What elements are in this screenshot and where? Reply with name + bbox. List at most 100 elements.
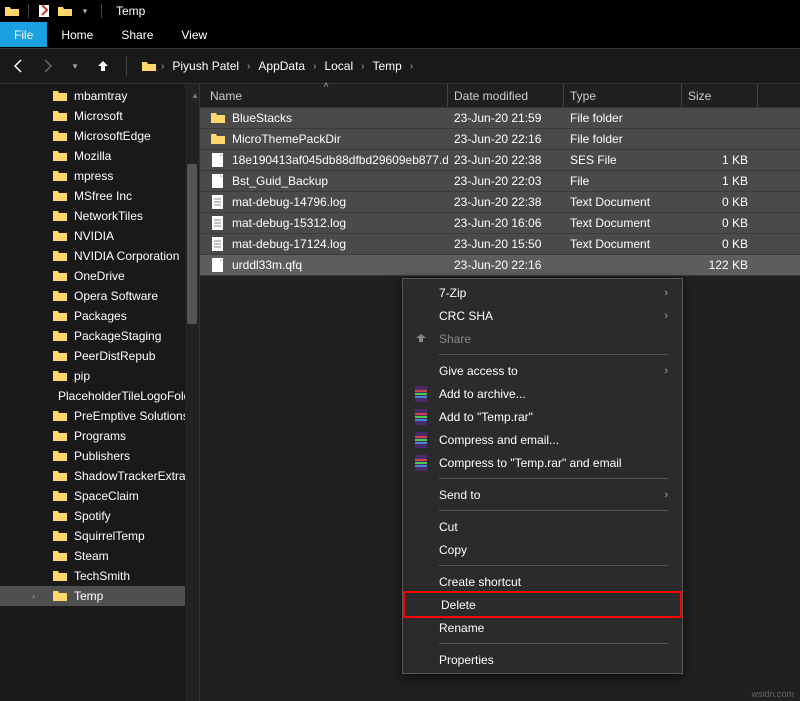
file-row[interactable]: Bst_Guid_Backup23-Jun-20 22:03File1 KB xyxy=(200,171,800,192)
tree-label: Steam xyxy=(74,549,109,563)
file-type: Text Document xyxy=(564,237,682,251)
col-date[interactable]: Date modified xyxy=(448,84,564,107)
chevron-right-icon[interactable]: › xyxy=(247,61,250,72)
chevron-right-icon: › xyxy=(664,489,668,501)
crumb-item[interactable]: Temp xyxy=(368,57,405,75)
breadcrumb[interactable]: › Piyush Patel › AppData › Local › Temp … xyxy=(141,57,790,75)
watermark: wsidn.com xyxy=(751,689,794,699)
col-name[interactable]: ˄Name xyxy=(200,84,448,107)
ctx-create-shortcut[interactable]: Create shortcut xyxy=(403,570,682,593)
tree-label: Packages xyxy=(74,309,127,323)
ctx-properties[interactable]: Properties xyxy=(403,648,682,671)
address-bar: ▾ › Piyush Patel › AppData › Local › Tem… xyxy=(0,48,800,84)
tree-label: PlaceholderTileLogoFolder xyxy=(58,389,200,403)
tree-item[interactable]: PeerDistRepub xyxy=(0,346,199,366)
ctx-compress-temp[interactable]: Compress to "Temp.rar" and email xyxy=(403,451,682,474)
crumb-item[interactable]: Local xyxy=(320,57,357,75)
share-icon xyxy=(413,331,429,347)
file-size: 0 KB xyxy=(682,195,758,209)
up-button[interactable] xyxy=(94,57,112,75)
quick-access-icon[interactable] xyxy=(57,3,73,19)
chevron-right-icon[interactable]: › xyxy=(361,61,364,72)
crumb-item[interactable]: Piyush Patel xyxy=(168,57,243,75)
file-name: BlueStacks xyxy=(232,111,292,125)
chevron-right-icon[interactable]: › xyxy=(410,61,413,72)
tree-item[interactable]: NVIDIA Corporation xyxy=(0,246,199,266)
tree-item[interactable]: Publishers xyxy=(0,446,199,466)
ctx-add-temp[interactable]: Add to "Temp.rar" xyxy=(403,405,682,428)
ctx-copy[interactable]: Copy xyxy=(403,538,682,561)
tree-item[interactable]: SpaceClaim xyxy=(0,486,199,506)
crumb-item[interactable]: AppData xyxy=(254,57,309,75)
ctx-compress-email[interactable]: Compress and email... xyxy=(403,428,682,451)
tab-view[interactable]: View xyxy=(167,22,221,47)
tree-item[interactable]: NetworkTiles xyxy=(0,206,199,226)
chevron-right-icon: › xyxy=(664,287,668,299)
tree-item[interactable]: MSfree Inc xyxy=(0,186,199,206)
tree-item[interactable]: ›Temp xyxy=(0,586,199,606)
file-row[interactable]: 18e190413af045db88dfbd29609eb877.d..23-J… xyxy=(200,150,800,171)
file-date: 23-Jun-20 22:16 xyxy=(448,258,564,272)
tree-item[interactable]: mpress xyxy=(0,166,199,186)
tree-item[interactable]: SquirrelTemp xyxy=(0,526,199,546)
ctx-cut[interactable]: Cut xyxy=(403,515,682,538)
forward-button[interactable] xyxy=(38,57,56,75)
chevron-right-icon: › xyxy=(664,310,668,322)
tree-item[interactable]: NVIDIA xyxy=(0,226,199,246)
ctx-7zip[interactable]: 7-Zip› xyxy=(403,281,682,304)
back-button[interactable] xyxy=(10,57,28,75)
col-size[interactable]: Size xyxy=(682,84,758,107)
tree-item[interactable]: pip xyxy=(0,366,199,386)
file-type: Text Document xyxy=(564,216,682,230)
tree-item[interactable]: Microsoft xyxy=(0,106,199,126)
column-headers[interactable]: ˄Name Date modified Type Size xyxy=(200,84,800,108)
properties-icon[interactable] xyxy=(37,3,53,19)
tree-item[interactable]: Opera Software xyxy=(0,286,199,306)
file-date: 23-Jun-20 22:38 xyxy=(448,153,564,167)
tree-item[interactable]: PreEmptive Solutions xyxy=(0,406,199,426)
recent-dropdown[interactable]: ▾ xyxy=(66,57,84,75)
tree-item[interactable]: Steam xyxy=(0,546,199,566)
tree-label: NetworkTiles xyxy=(74,209,143,223)
tree-item[interactable]: TechSmith xyxy=(0,566,199,586)
context-menu: 7-Zip› CRC SHA› Share Give access to› Ad… xyxy=(402,278,683,674)
tree-item[interactable]: OneDrive xyxy=(0,266,199,286)
file-row[interactable]: BlueStacks23-Jun-20 21:59File folder xyxy=(200,108,800,129)
file-date: 23-Jun-20 21:59 xyxy=(448,111,564,125)
tree-item[interactable]: PackageStaging xyxy=(0,326,199,346)
tree-item[interactable]: Mozilla xyxy=(0,146,199,166)
ctx-add-archive[interactable]: Add to archive... xyxy=(403,382,682,405)
tree-item[interactable]: Packages xyxy=(0,306,199,326)
tree-item[interactable]: ShadowTrackerExtra xyxy=(0,466,199,486)
file-row[interactable]: urddl33m.qfq23-Jun-20 22:16122 KB xyxy=(200,255,800,276)
file-row[interactable]: MicroThemePackDir23-Jun-20 22:16File fol… xyxy=(200,129,800,150)
tab-share[interactable]: Share xyxy=(107,22,167,47)
dropdown-icon[interactable]: ▾ xyxy=(77,3,93,19)
tree-item[interactable]: MicrosoftEdge xyxy=(0,126,199,146)
chevron-right-icon[interactable]: › xyxy=(161,61,164,72)
tab-home[interactable]: Home xyxy=(47,22,107,47)
file-row[interactable]: mat-debug-17124.log23-Jun-20 15:50Text D… xyxy=(200,234,800,255)
col-type[interactable]: Type xyxy=(564,84,682,107)
scroll-thumb[interactable] xyxy=(187,164,197,324)
tree-item[interactable]: PlaceholderTileLogoFolder xyxy=(0,386,199,406)
tree-label: Opera Software xyxy=(74,289,158,303)
tree-item[interactable]: mbamtray xyxy=(0,86,199,106)
nav-tree[interactable]: mbamtrayMicrosoftMicrosoftEdgeMozillampr… xyxy=(0,84,200,701)
ctx-rename[interactable]: Rename xyxy=(403,616,682,639)
ctx-delete[interactable]: Delete xyxy=(403,591,682,618)
file-type: Text Document xyxy=(564,195,682,209)
tab-file[interactable]: File xyxy=(0,22,47,47)
tree-scrollbar[interactable]: ▴ xyxy=(185,84,199,701)
tree-item[interactable]: Programs xyxy=(0,426,199,446)
tree-label: ShadowTrackerExtra xyxy=(74,469,186,483)
ctx-crc[interactable]: CRC SHA› xyxy=(403,304,682,327)
file-type: File folder xyxy=(564,132,682,146)
ctx-give-access[interactable]: Give access to› xyxy=(403,359,682,382)
chevron-right-icon[interactable]: › xyxy=(313,61,316,72)
file-row[interactable]: mat-debug-15312.log23-Jun-20 16:06Text D… xyxy=(200,213,800,234)
file-row[interactable]: mat-debug-14796.log23-Jun-20 22:38Text D… xyxy=(200,192,800,213)
expand-icon[interactable]: › xyxy=(32,591,35,601)
tree-item[interactable]: Spotify xyxy=(0,506,199,526)
ctx-send-to[interactable]: Send to› xyxy=(403,483,682,506)
